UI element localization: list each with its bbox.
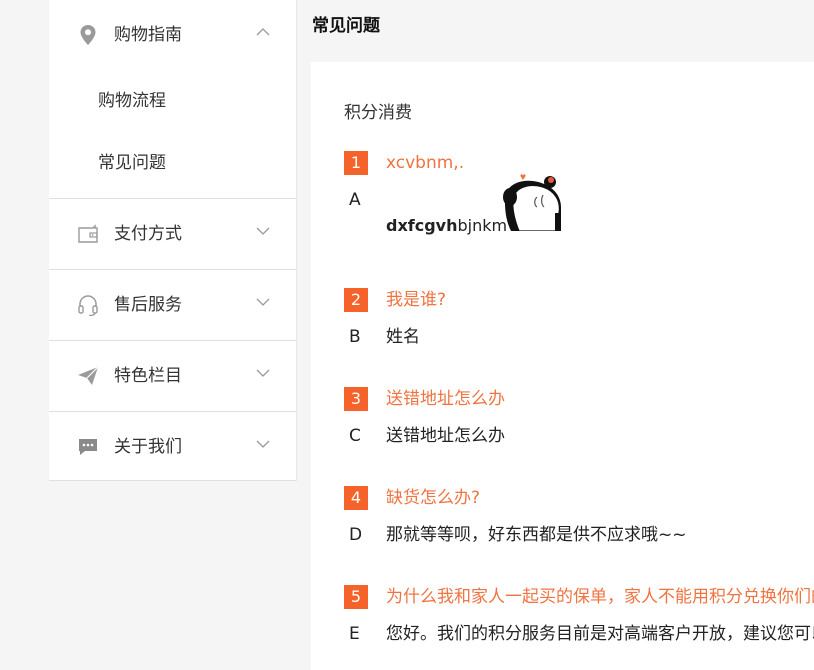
question-row: 4 缺货怎么办? — [344, 486, 814, 510]
answer-text: 送错地址怎么办 — [386, 426, 505, 446]
sidebar-group-payment: 支付方式 — [49, 199, 296, 270]
question-number-badge: 2 — [344, 288, 368, 312]
sidebar-item-shopping-guide[interactable]: 购物指南 — [49, 0, 296, 70]
question-text: 我是谁? — [386, 290, 447, 310]
answer-bold-text: dxfcgvh — [386, 216, 458, 235]
answer-text: 姓名 — [386, 327, 420, 347]
page-title: 常见问题 — [312, 16, 380, 36]
answer-letter: C — [349, 426, 361, 446]
headset-icon — [77, 294, 99, 316]
question-text: 缺货怎么办? — [386, 488, 481, 508]
question-number-badge: 5 — [344, 585, 368, 609]
qa-item: 5 为什么我和家人一起买的保单，家人不能用积分兑换你们的产品? E 您好。我们的… — [344, 585, 814, 644]
sidebar-group-about: 关于我们 — [49, 412, 296, 482]
sidebar-subitem-faq[interactable]: 常见问题 — [49, 132, 296, 194]
sidebar-item-label: 购物指南 — [114, 25, 182, 45]
question-text: xcvbnm,. — [386, 153, 465, 173]
sidebar-item-label: 售后服务 — [114, 295, 182, 315]
sidebar-item-payment[interactable]: 支付方式 — [49, 199, 296, 269]
answer-content: dxfcgvhbjnkm — [386, 174, 586, 248]
question-number-badge: 3 — [344, 387, 368, 411]
faq-panel: 积分消费 1 xcvbnm,. A dxfcgvhbjnkm 2 我是谁? B … — [311, 62, 814, 670]
sidebar-item-about[interactable]: 关于我们 — [49, 412, 296, 482]
sidebar: 购物指南 购物流程 常见问题 支付方式 售后服务 特色栏目 关于我们 — [49, 0, 297, 481]
sidebar-item-label: 支付方式 — [114, 224, 182, 244]
answer-text: 那就等等呗，好东西都是供不应求哦~~ — [386, 525, 687, 545]
answer-letter: D — [349, 525, 363, 545]
answer-letter: A — [349, 190, 361, 210]
question-row: 3 送错地址怎么办 — [344, 387, 814, 411]
qa-item: 4 缺货怎么办? D 那就等等呗，好东西都是供不应求哦~~ — [344, 486, 814, 545]
question-number-badge: 4 — [344, 486, 368, 510]
question-row: 1 xcvbnm,. — [344, 151, 814, 175]
question-text: 送错地址怎么办 — [386, 389, 505, 409]
location-pin-icon — [77, 24, 99, 46]
paper-plane-icon — [77, 365, 99, 387]
sidebar-item-after-sales[interactable]: 售后服务 — [49, 270, 296, 340]
answer-text: 您好。我们的积分服务目前是对高端客户开放，建议您可以联系客服。 — [386, 624, 814, 644]
sidebar-item-label: 特色栏目 — [114, 366, 182, 386]
chevron-down-icon[interactable] — [256, 366, 270, 380]
section-title: 积分消费 — [344, 103, 412, 123]
sidebar-group-after-sales: 售后服务 — [49, 270, 296, 341]
question-row: 5 为什么我和家人一起买的保单，家人不能用积分兑换你们的产品? — [344, 585, 814, 609]
chevron-down-icon[interactable] — [256, 437, 270, 451]
chevron-down-icon[interactable] — [256, 295, 270, 309]
chevron-up-icon[interactable] — [256, 25, 270, 39]
sidebar-subitem-shopping-process[interactable]: 购物流程 — [49, 70, 296, 132]
answer-letter: E — [349, 624, 360, 644]
sidebar-group-shopping-guide: 购物指南 购物流程 常见问题 — [49, 0, 296, 199]
qa-item: 1 xcvbnm,. A dxfcgvhbjnkm — [344, 151, 814, 235]
question-text: 为什么我和家人一起买的保单，家人不能用积分兑换你们的产品? — [386, 587, 814, 607]
sidebar-group-featured: 特色栏目 — [49, 341, 296, 412]
question-row: 2 我是谁? — [344, 288, 814, 312]
sidebar-item-label: 关于我们 — [114, 437, 182, 457]
answer-letter: B — [349, 327, 361, 347]
chevron-down-icon[interactable] — [256, 224, 270, 238]
question-number-badge: 1 — [344, 151, 368, 175]
chat-bubble-icon — [77, 436, 99, 458]
panda-sticker-icon — [503, 174, 561, 231]
answer-text: dxfcgvhbjnkm — [386, 215, 507, 237]
qa-item: 3 送错地址怎么办 C 送错地址怎么办 — [344, 387, 814, 446]
submenu-shopping-guide: 购物流程 常见问题 — [49, 70, 296, 198]
qa-item: 2 我是谁? B 姓名 — [344, 288, 814, 347]
sidebar-item-featured[interactable]: 特色栏目 — [49, 341, 296, 411]
wallet-icon — [77, 223, 99, 245]
